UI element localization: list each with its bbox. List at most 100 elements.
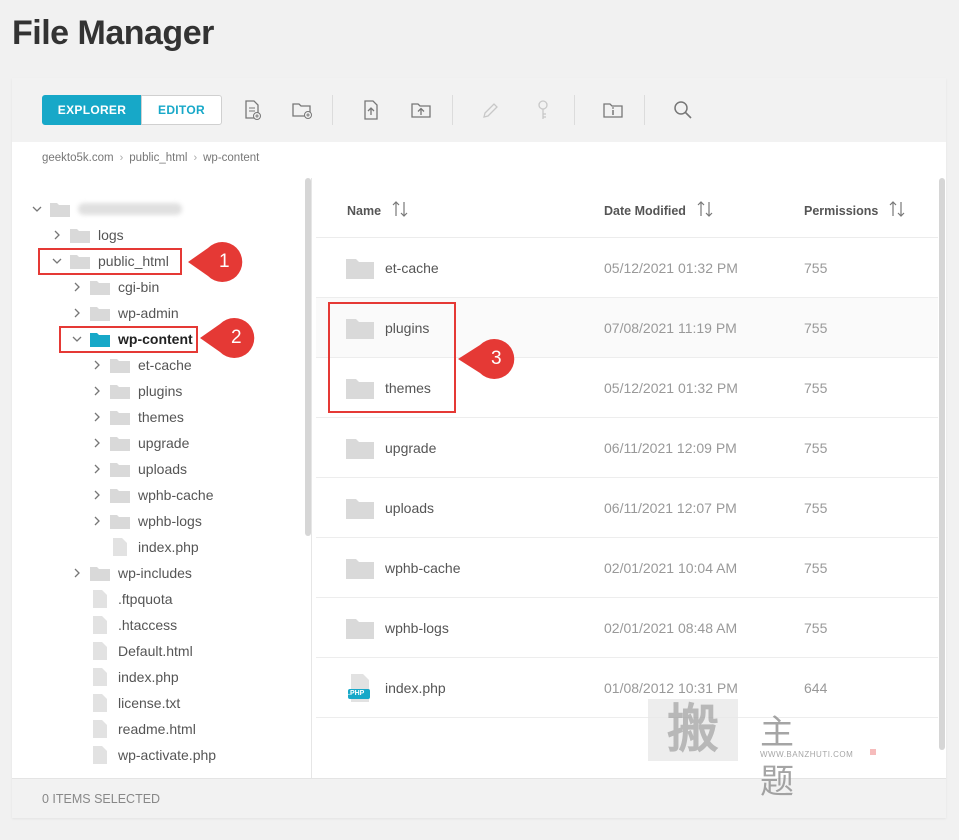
new-file-icon[interactable] <box>241 99 263 121</box>
upload-file-icon[interactable] <box>360 99 382 121</box>
file-date-modified: 07/08/2021 11:19 PM <box>604 319 737 336</box>
tree-item-label: index.php <box>138 539 199 555</box>
tree-file-item[interactable]: license.txt <box>70 692 180 714</box>
tree-item-label: readme.html <box>118 721 196 737</box>
file-date-modified: 05/12/2021 01:32 PM <box>604 259 738 276</box>
column-name[interactable]: Name <box>347 200 409 221</box>
tree-item-label: wphb-logs <box>138 513 202 529</box>
chevron-right-icon: › <box>193 152 198 164</box>
page-title: File Manager <box>12 14 214 52</box>
column-permissions[interactable]: Permissions <box>804 200 906 221</box>
file-icon <box>90 668 110 686</box>
file-permissions: 644 <box>804 679 828 696</box>
file-icon <box>90 720 110 738</box>
folder-icon <box>346 254 374 282</box>
tree-folder-item[interactable]: public_html <box>50 250 169 272</box>
sort-icon[interactable] <box>888 200 906 221</box>
tree-file-item[interactable]: index.php <box>70 666 179 688</box>
chevron-right-icon[interactable] <box>70 280 84 294</box>
folder-icon <box>110 435 130 451</box>
new-folder-icon[interactable] <box>291 99 313 121</box>
chevron-right-icon[interactable] <box>90 384 104 398</box>
chevron-right-icon[interactable] <box>50 228 64 242</box>
tree-file-item[interactable]: readme.html <box>70 718 196 740</box>
chevron-right-icon[interactable] <box>90 410 104 424</box>
tree-file-item[interactable]: Default.html <box>70 640 193 662</box>
php-file-icon: .PHP <box>346 674 374 702</box>
search-icon[interactable] <box>672 99 694 121</box>
chevron-down-icon[interactable] <box>30 202 44 216</box>
tree-folder-item[interactable]: wp-content <box>70 328 193 350</box>
tree-folder-item[interactable]: wphb-cache <box>90 484 214 506</box>
tree-folder-item[interactable]: logs <box>50 224 124 246</box>
folder-icon <box>50 201 70 217</box>
tree-file-item[interactable]: .ftpquota <box>70 588 173 610</box>
breadcrumb-item[interactable]: wp-content <box>203 152 259 164</box>
file-list-row[interactable]: themes 05/12/2021 01:32 PM 755 <box>316 358 938 418</box>
file-permissions: 755 <box>804 559 828 576</box>
tree-scrollbar[interactable] <box>305 178 311 536</box>
chevron-right-icon[interactable] <box>70 306 84 320</box>
folder-open-icon <box>90 331 110 347</box>
chevron-right-icon[interactable] <box>90 358 104 372</box>
file-icon <box>90 616 110 634</box>
explorer-tab[interactable]: EXPLORER <box>42 95 142 125</box>
sort-icon[interactable] <box>696 200 714 221</box>
tree-folder-item[interactable]: plugins <box>90 380 182 402</box>
chevron-right-icon[interactable] <box>70 566 84 580</box>
breadcrumb-item[interactable]: geekto5k.com <box>42 152 114 164</box>
selection-status: 0 ITEMS SELECTED <box>42 791 161 806</box>
folder-icon <box>110 487 130 503</box>
file-permissions: 755 <box>804 379 828 396</box>
permissions-icon[interactable] <box>532 99 554 121</box>
tree-folder-item[interactable]: wp-includes <box>70 562 192 584</box>
tree-folder-item[interactable]: upgrade <box>90 432 189 454</box>
chevron-down-icon[interactable] <box>50 254 64 268</box>
tree-folder-item[interactable]: uploads <box>90 458 187 480</box>
folder-icon <box>70 253 90 269</box>
sort-icon[interactable] <box>391 200 409 221</box>
file-icon <box>90 746 110 764</box>
upload-folder-icon[interactable] <box>410 99 432 121</box>
file-icon <box>90 694 110 712</box>
toolbar-divider <box>574 95 575 125</box>
tree-root[interactable] <box>30 198 182 220</box>
editor-tab[interactable]: EDITOR <box>141 95 222 125</box>
folder-icon <box>110 357 130 373</box>
tree-folder-item[interactable]: wphb-logs <box>90 510 202 532</box>
tree-folder-item[interactable]: cgi-bin <box>70 276 159 298</box>
chevron-right-icon[interactable] <box>90 462 104 476</box>
tree-file-item[interactable]: .htaccess <box>70 614 177 636</box>
tree-file-item[interactable]: wp-activate.php <box>70 744 216 766</box>
tree-folder-item[interactable]: et-cache <box>90 354 192 376</box>
tree-file-item[interactable]: index.php <box>90 536 199 558</box>
callout-3-number: 3 <box>491 348 502 369</box>
info-icon[interactable] <box>602 99 624 121</box>
chevron-right-icon[interactable] <box>90 436 104 450</box>
chevron-right-icon[interactable] <box>90 488 104 502</box>
file-list-row[interactable]: uploads 06/11/2021 12:07 PM 755 <box>316 478 938 538</box>
column-date-modified[interactable]: Date Modified <box>604 200 714 221</box>
tree-folder-item[interactable]: wp-admin <box>70 302 179 324</box>
php-badge-label: .PHP <box>348 690 365 697</box>
chevron-right-icon[interactable] <box>90 514 104 528</box>
file-name: uploads <box>385 499 435 516</box>
file-list-row[interactable]: wphb-cache 02/01/2021 10:04 AM 755 <box>316 538 938 598</box>
file-list-row[interactable]: wphb-logs 02/01/2021 08:48 AM 755 <box>316 598 938 658</box>
rename-icon[interactable] <box>480 99 502 121</box>
folder-icon <box>90 305 110 321</box>
file-list-row[interactable]: upgrade 06/11/2021 12:09 PM 755 <box>316 418 938 478</box>
file-date-modified: 02/01/2021 08:48 AM <box>604 619 738 636</box>
tree-folder-item[interactable]: themes <box>90 406 184 428</box>
file-icon <box>90 642 110 660</box>
folder-icon <box>70 227 90 243</box>
tree-item-label: public_html <box>98 253 169 269</box>
file-list-row[interactable]: et-cache 05/12/2021 01:32 PM 755 <box>316 238 938 298</box>
file-list-row[interactable]: plugins 07/08/2021 11:19 PM 755 <box>316 298 938 358</box>
chevron-down-icon[interactable] <box>70 332 84 346</box>
file-list-scrollbar[interactable] <box>939 178 945 750</box>
file-permissions: 755 <box>804 319 828 336</box>
breadcrumb-item[interactable]: public_html <box>129 152 187 164</box>
